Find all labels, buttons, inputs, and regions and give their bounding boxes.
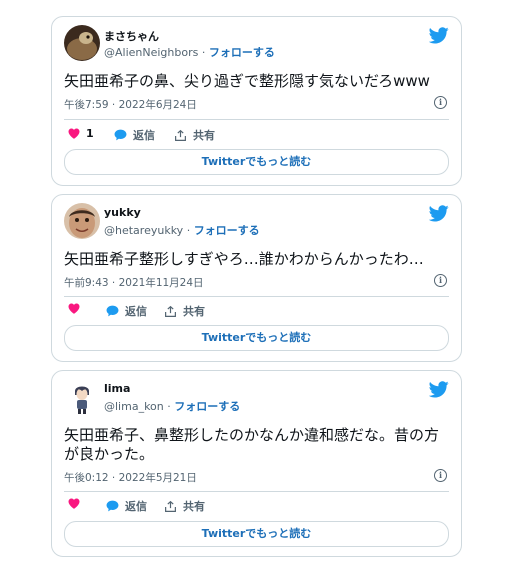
speech-bubble-icon <box>106 305 119 317</box>
follow-button[interactable]: フォローする <box>194 224 260 237</box>
like-button[interactable]: 1 <box>68 127 94 140</box>
info-icon[interactable]: i <box>434 469 447 482</box>
tweet-timestamp[interactable]: 午前9:43 · 2021年11月24日 <box>64 275 204 290</box>
speech-bubble-icon <box>106 500 119 512</box>
info-icon[interactable]: i <box>434 274 447 287</box>
user-name[interactable]: まさちゃん <box>104 28 159 44</box>
like-button[interactable] <box>68 498 86 509</box>
twitter-bird-icon[interactable] <box>429 27 449 44</box>
reply-label: 返信 <box>133 129 155 142</box>
speech-bubble-icon <box>114 129 127 141</box>
share-button[interactable]: 共有 <box>164 303 205 319</box>
user-handle[interactable]: @lima_kon <box>104 400 164 413</box>
tweet-timestamp[interactable]: 午後7:59 · 2022年6月24日 <box>64 97 197 112</box>
heart-icon <box>68 303 80 314</box>
read-more-button[interactable]: Twitterでもっと読む <box>64 149 449 175</box>
twitter-bird-icon[interactable] <box>429 381 449 398</box>
tweet-text: 矢田亜希子の鼻、尖り過ぎで整形隠す気ないだろwww <box>64 72 430 90</box>
divider <box>64 491 449 492</box>
reply-button[interactable]: 返信 <box>106 498 147 514</box>
twitter-bird-icon[interactable] <box>429 205 449 222</box>
heart-icon <box>68 128 80 139</box>
user-handle-line: @lima_kon · フォローする <box>104 398 240 414</box>
reply-label: 返信 <box>125 500 147 513</box>
heart-icon <box>68 498 80 509</box>
divider <box>64 119 449 120</box>
user-name[interactable]: yukky <box>104 206 141 219</box>
reply-button[interactable]: 返信 <box>114 127 155 143</box>
read-more-button[interactable]: Twitterでもっと読む <box>64 521 449 547</box>
share-upload-icon <box>165 305 176 317</box>
tweet-timestamp[interactable]: 午後0:12 · 2022年5月21日 <box>64 470 197 485</box>
separator-dot: · <box>186 224 194 237</box>
user-name[interactable]: lima <box>104 382 130 395</box>
tweet-card: yukky @hetareyukky · フォローする 矢田亜希子整形しすぎやろ… <box>51 194 462 362</box>
share-upload-icon <box>165 500 176 512</box>
reply-label: 返信 <box>125 305 147 318</box>
tweet-text: 矢田亜希子、鼻整形したのかなんか違和感だな。昔の方が良かった。 <box>64 426 440 463</box>
tweet-actions: 返信 共有 <box>64 303 449 321</box>
avatar[interactable] <box>64 25 100 61</box>
tweet-actions: 1 返信 共有 <box>64 127 449 145</box>
separator-dot: · <box>201 46 209 59</box>
user-handle-line: @hetareyukky · フォローする <box>104 222 260 238</box>
read-more-button[interactable]: Twitterでもっと読む <box>64 325 449 351</box>
tweet-card: まさちゃん @AlienNeighbors · フォローする 矢田亜希子の鼻、尖… <box>51 16 462 186</box>
share-upload-icon <box>175 129 186 141</box>
tweet-actions: 返信 共有 <box>64 498 449 516</box>
divider <box>64 296 449 297</box>
tweet-text: 矢田亜希子整形しすぎやろ…誰かわからんかったわ… <box>64 250 424 268</box>
share-button[interactable]: 共有 <box>164 498 205 514</box>
follow-button[interactable]: フォローする <box>209 46 275 59</box>
user-handle-line: @AlienNeighbors · フォローする <box>104 44 275 60</box>
reply-button[interactable]: 返信 <box>106 303 147 319</box>
share-label: 共有 <box>183 305 205 318</box>
like-button[interactable] <box>68 303 86 314</box>
tweet-card: lima @lima_kon · フォローする 矢田亜希子、鼻整形したのかなんか… <box>51 370 462 557</box>
info-icon[interactable]: i <box>434 96 447 109</box>
like-count: 1 <box>86 127 94 140</box>
avatar[interactable] <box>64 203 100 239</box>
share-label: 共有 <box>183 500 205 513</box>
avatar[interactable] <box>64 379 100 415</box>
user-handle[interactable]: @AlienNeighbors <box>104 46 198 59</box>
follow-button[interactable]: フォローする <box>174 400 240 413</box>
share-button[interactable]: 共有 <box>174 127 215 143</box>
user-handle[interactable]: @hetareyukky <box>104 224 183 237</box>
share-label: 共有 <box>193 129 215 142</box>
